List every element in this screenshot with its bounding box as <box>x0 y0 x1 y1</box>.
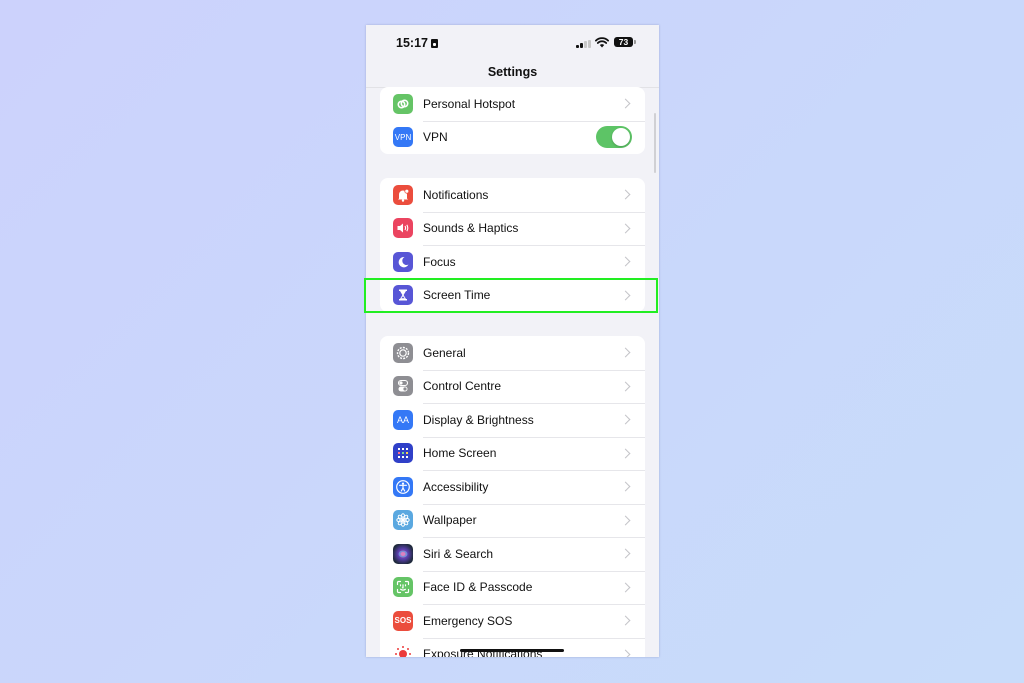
accessibility-icon <box>393 476 413 497</box>
hourglass-icon <box>393 285 413 306</box>
hotspot-icon <box>393 93 413 114</box>
row-label: Sounds & Haptics <box>423 221 519 236</box>
settings-row-exposure-notifications[interactable]: Exposure Notifications <box>380 637 645 657</box>
row-label: Face ID & Passcode <box>423 580 533 595</box>
settings-row-sounds-haptics[interactable]: Sounds & Haptics <box>380 211 645 246</box>
settings-row-display-brightness[interactable]: AA Display & Brightness <box>380 403 645 437</box>
chevron-right-icon <box>620 515 631 526</box>
row-label: Screen Time <box>423 288 491 303</box>
row-label: Personal Hotspot <box>423 96 516 111</box>
sos-icon: SOS <box>393 610 413 631</box>
chevron-right-icon <box>620 98 631 109</box>
time-text: 15:17 <box>396 36 428 50</box>
home-screen-grid-icon <box>393 443 413 464</box>
settings-row-face-id[interactable]: Face ID & Passcode <box>380 570 645 605</box>
wifi-icon <box>595 37 609 48</box>
chevron-right-icon <box>620 290 631 301</box>
battery-icon: 73 <box>614 37 636 47</box>
status-time: 15:17 <box>396 36 438 50</box>
settings-row-siri-search[interactable]: Siri & Search <box>380 537 645 571</box>
vpn-icon-text: VPN <box>394 132 412 142</box>
row-label: Display & Brightness <box>423 412 534 427</box>
chevron-right-icon <box>620 448 631 459</box>
battery-level: 73 <box>618 37 629 47</box>
row-label: Siri & Search <box>423 546 494 561</box>
cellular-signal-icon <box>576 40 592 48</box>
vpn-icon: VPN <box>393 127 413 148</box>
chevron-right-icon <box>620 615 631 626</box>
row-label: General <box>423 345 466 360</box>
siri-icon <box>393 543 413 564</box>
home-indicator[interactable] <box>460 649 564 652</box>
row-label: Home Screen <box>423 446 497 461</box>
chevron-right-icon <box>620 582 631 593</box>
row-label: Control Centre <box>423 379 502 394</box>
row-label: Focus <box>423 254 456 269</box>
row-label: VPN <box>423 130 448 145</box>
settings-group-general: General Control Centre AA Display & Brig… <box>380 336 645 657</box>
id-badge-icon <box>430 39 438 48</box>
phone-screen: 15:17 73 Settings Personal Hotspot VPN V… <box>366 25 659 657</box>
gear-icon <box>393 342 413 363</box>
chevron-right-icon <box>620 223 631 234</box>
speaker-icon <box>393 218 413 239</box>
settings-row-general[interactable]: General <box>380 336 645 370</box>
moon-icon <box>393 251 413 272</box>
settings-row-focus[interactable]: Focus <box>380 245 645 279</box>
chevron-right-icon <box>620 381 631 392</box>
settings-row-personal-hotspot[interactable]: Personal Hotspot <box>380 87 645 121</box>
chevron-right-icon <box>620 414 631 425</box>
row-label: Accessibility <box>423 479 489 494</box>
settings-row-notifications[interactable]: Notifications <box>380 178 645 212</box>
settings-row-control-centre[interactable]: Control Centre <box>380 369 645 404</box>
control-centre-toggles-icon <box>393 376 413 397</box>
text-size-icon: AA <box>393 409 413 430</box>
chevron-right-icon <box>620 256 631 267</box>
chevron-right-icon <box>620 481 631 492</box>
settings-row-wallpaper[interactable]: Wallpaper <box>380 503 645 538</box>
settings-group-connectivity: Personal Hotspot VPN VPN <box>380 87 645 154</box>
settings-row-vpn[interactable]: VPN VPN <box>380 120 645 155</box>
text-size-icon-text: AA <box>396 414 409 425</box>
exposure-icon <box>393 644 413 657</box>
settings-row-home-screen[interactable]: Home Screen <box>380 436 645 471</box>
sos-icon-text: SOS <box>394 616 412 626</box>
status-bar: 15:17 73 <box>366 25 659 61</box>
row-label: Wallpaper <box>423 513 477 528</box>
row-label: Notifications <box>423 187 489 202</box>
wallpaper-flower-icon <box>393 510 413 531</box>
row-label: Emergency SOS <box>423 613 513 628</box>
page-title: Settings <box>487 65 538 79</box>
settings-row-screen-time[interactable]: Screen Time <box>380 278 645 313</box>
chevron-right-icon <box>620 189 631 200</box>
settings-row-emergency-sos[interactable]: SOS Emergency SOS <box>380 604 645 638</box>
chevron-right-icon <box>620 548 631 559</box>
chevron-right-icon <box>620 649 631 657</box>
vpn-toggle[interactable] <box>596 126 632 149</box>
face-id-icon <box>393 577 413 598</box>
notifications-bell-icon <box>393 184 413 205</box>
settings-group-notifications: Notifications Sounds & Haptics Focus Scr… <box>380 178 645 312</box>
chevron-right-icon <box>620 347 631 358</box>
settings-row-accessibility[interactable]: Accessibility <box>380 470 645 504</box>
scrollbar[interactable] <box>654 113 656 173</box>
